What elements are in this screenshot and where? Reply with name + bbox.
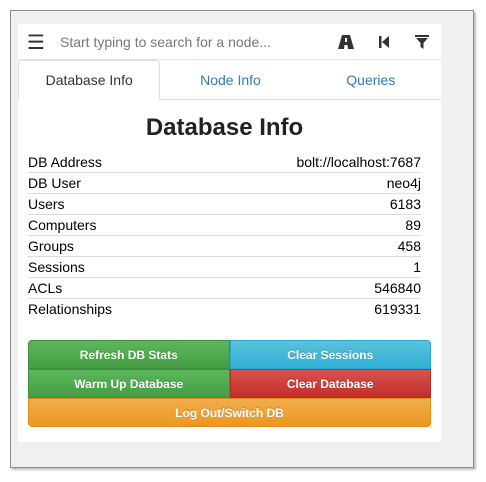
stat-label: DB User <box>28 172 187 194</box>
page-title: Database Info <box>145 114 304 141</box>
clear-database-button[interactable]: Clear Database <box>229 369 431 398</box>
stat-value: bolt://localhost:7687 <box>296 154 421 170</box>
table-row: DB User neo4j <box>28 172 421 194</box>
back-icon[interactable] <box>365 24 403 60</box>
table-row: Groups 458 <box>28 235 421 257</box>
warm-up-database-button[interactable]: Warm Up Database <box>28 369 230 398</box>
stat-value: 1 <box>186 256 421 278</box>
table-row: DB Address bolt://localhost:7687 <box>28 152 421 173</box>
table-row: Computers 89 <box>28 214 421 236</box>
table-row: Sessions 1 <box>28 256 421 278</box>
database-panel: ☰ Database Info Node Info Queries Databa… <box>18 24 441 442</box>
button-row: Warm Up Database Clear Database <box>28 369 431 398</box>
stat-value: 546840 <box>186 277 421 299</box>
search-input[interactable] <box>54 27 327 56</box>
stat-value: 89 <box>186 214 421 236</box>
stat-label: Groups <box>28 235 187 257</box>
stat-label: ACLs <box>28 277 187 299</box>
tab-queries[interactable]: Queries <box>301 60 441 99</box>
stat-label: Relationships <box>28 298 187 319</box>
stat-value: 458 <box>186 235 421 257</box>
search-bar: ☰ <box>18 24 441 60</box>
clear-sessions-button[interactable]: Clear Sessions <box>229 340 431 369</box>
stat-value: neo4j <box>186 172 421 194</box>
table-row: Users 6183 <box>28 193 421 215</box>
tab-database-info[interactable]: Database Info <box>18 60 161 100</box>
tab-node-info[interactable]: Node Info <box>160 60 300 99</box>
refresh-db-stats-button[interactable]: Refresh DB Stats <box>28 340 230 369</box>
menu-icon[interactable]: ☰ <box>18 24 54 60</box>
stat-label: Sessions <box>28 256 187 278</box>
button-row: Refresh DB Stats Clear Sessions <box>28 340 431 369</box>
stat-label: Computers <box>28 214 187 236</box>
filter-icon[interactable] <box>403 24 441 60</box>
path-icon[interactable] <box>327 24 365 60</box>
tab-bar: Database Info Node Info Queries <box>18 60 441 100</box>
stat-label: DB Address <box>28 154 102 170</box>
table-row: Relationships 619331 <box>28 298 421 319</box>
action-buttons: Refresh DB Stats Clear Sessions Warm Up … <box>28 340 431 427</box>
stats-table: DB Address bolt://localhost:7687 DB User… <box>28 152 421 319</box>
logout-switch-db-button[interactable]: Log Out/Switch DB <box>28 398 431 427</box>
table-row: ACLs 546840 <box>28 277 421 299</box>
stat-value: 6183 <box>186 193 421 215</box>
database-info-content: Database Info DB Address bolt://localhos… <box>28 110 421 319</box>
stat-value: 619331 <box>186 298 421 319</box>
stat-label: Users <box>28 193 187 215</box>
